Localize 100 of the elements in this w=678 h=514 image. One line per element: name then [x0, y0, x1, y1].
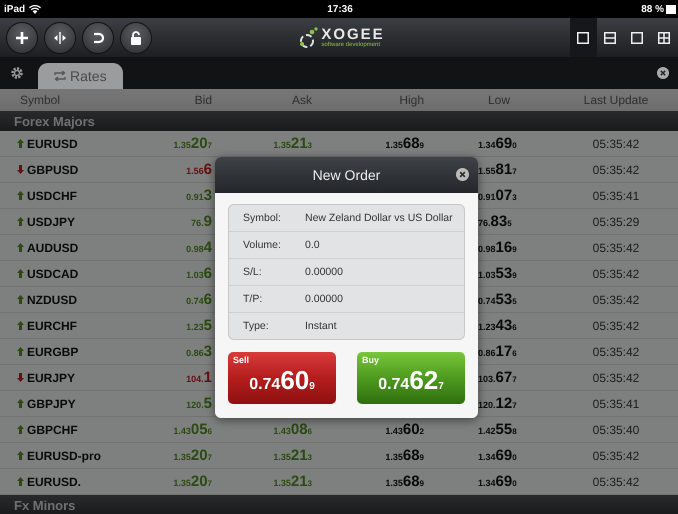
layout-icon: [658, 32, 670, 44]
field-value[interactable]: New Zeland Dollar vs US Dollar: [305, 212, 453, 224]
price-cell: 1.43086: [273, 420, 312, 438]
symbol-cell: EURUSD-pro: [0, 448, 101, 462]
logo-icon: [299, 26, 320, 48]
time-cell: 05:35:42: [592, 344, 640, 358]
column-header[interactable]: Low: [424, 93, 554, 107]
price-cell: 1.55817: [478, 160, 517, 178]
price-cell: 120.5: [186, 394, 212, 412]
time-cell: 05:35:42: [592, 292, 640, 306]
symbol-cell: NZDUSD: [0, 292, 77, 306]
split-button[interactable]: [44, 22, 76, 54]
price-cell: 1.566: [186, 160, 212, 178]
column-header[interactable]: Last Update: [554, 93, 678, 107]
time-cell: 05:35:42: [592, 318, 640, 332]
price-cell: 1.42558: [478, 420, 517, 438]
price-cell: 76.835: [478, 212, 512, 230]
symbol-cell: GBPCHF: [0, 422, 78, 436]
close-icon[interactable]: [456, 168, 469, 181]
time-cell: 05:35:40: [592, 422, 640, 436]
battery-percent: 88 %: [641, 4, 664, 14]
price-cell: 1.35207: [173, 134, 212, 152]
field-label: Volume:: [242, 239, 282, 251]
rates-tab[interactable]: Rates: [38, 63, 123, 89]
layout-icon: [577, 32, 590, 44]
price-cell: 1.35207: [173, 446, 212, 464]
column-header[interactable]: High: [312, 93, 424, 107]
field-value[interactable]: Instant: [305, 320, 337, 332]
price-cell: 1.34690: [478, 446, 517, 464]
add-button[interactable]: [6, 22, 38, 54]
time-cell: 05:35:29: [592, 214, 640, 228]
time-cell: 05:35:42: [592, 266, 640, 280]
time-cell: 05:35:42: [592, 370, 640, 384]
time-cell: 05:35:42: [592, 240, 640, 254]
price-cell: 0.91073: [478, 186, 517, 204]
layout-button[interactable]: [570, 18, 597, 57]
price-cell: 1.235: [186, 316, 212, 334]
symbol-cell: GBPJPY: [0, 396, 76, 410]
price-cell: 0.746: [186, 290, 212, 308]
symbol-cell: EURUSD.: [0, 474, 82, 488]
symbol-cell: AUDUSD: [0, 240, 78, 254]
sell-button[interactable]: Sell 0.74609: [228, 352, 336, 404]
symbol-cell: EURGBP: [0, 344, 78, 358]
price-cell: 120.127: [478, 394, 517, 412]
price-cell: 1.35213: [273, 134, 312, 152]
time-cell: 05:35:41: [592, 396, 640, 410]
buy-button[interactable]: Buy 0.74627: [357, 352, 465, 404]
column-header[interactable]: Ask: [212, 93, 312, 107]
time-cell: 05:35:42: [592, 162, 640, 176]
column-header[interactable]: Bid: [166, 93, 212, 107]
field-label: Symbol:: [242, 212, 282, 224]
field-value[interactable]: 0.00000: [305, 266, 343, 278]
clock: 17:36: [327, 4, 353, 14]
dialog-title: New Order: [312, 167, 380, 183]
price-cell: 1.35207: [173, 472, 212, 490]
symbol-cell: EURUSD: [0, 136, 78, 150]
price-cell: 0.86176: [478, 342, 517, 360]
symbol-cell: USDCHF: [0, 188, 77, 202]
wifi-icon: [29, 4, 42, 14]
price-cell: 0.863: [186, 342, 212, 360]
undo-icon: [91, 30, 105, 44]
price-cell: 0.74535: [478, 290, 517, 308]
price-cell: 1.23436: [478, 316, 517, 334]
time-cell: 05:35:42: [592, 136, 640, 150]
price-cell: 1.34690: [478, 134, 517, 152]
price-cell: 1.35213: [273, 472, 312, 490]
price-cell: 1.35689: [385, 134, 424, 152]
settings-icon[interactable]: [10, 66, 24, 80]
field-value[interactable]: 0.00000: [305, 293, 343, 305]
symbol-cell: EURCHF: [0, 318, 77, 332]
price-cell: 0.98169: [478, 238, 517, 256]
price-cell: 103.677: [478, 368, 517, 386]
symbol-cell: EURJPY: [0, 370, 76, 384]
column-header[interactable]: Symbol: [0, 93, 166, 107]
price-cell: 1.03539: [478, 264, 517, 282]
time-cell: 05:35:42: [592, 448, 640, 462]
field-label: T/P:: [242, 293, 264, 305]
plus-icon: [15, 30, 29, 44]
price-cell: 1.35213: [273, 446, 312, 464]
layout-icon: [631, 32, 644, 44]
layout-icon: [604, 32, 616, 44]
field-label: Type:: [242, 320, 270, 332]
price-cell: 1.35689: [385, 446, 424, 464]
lock-icon: [130, 30, 142, 44]
price-cell: 1.43602: [385, 420, 424, 438]
price-cell: 1.43056: [173, 420, 212, 438]
battery-icon: [666, 4, 676, 14]
carrier-label: iPad: [4, 4, 26, 14]
undo-button[interactable]: [82, 22, 114, 54]
close-icon[interactable]: [657, 67, 669, 79]
price-cell: 0.913: [186, 186, 212, 204]
field-value[interactable]: 0.0: [305, 239, 320, 251]
lock-button[interactable]: [120, 22, 152, 54]
price-cell: 1.036: [186, 264, 212, 282]
group-header: Fx Minors: [0, 495, 678, 514]
time-cell: 05:35:41: [592, 188, 640, 202]
logo-wordmark: XOGEE: [321, 27, 385, 42]
time-cell: 05:35:42: [592, 474, 640, 488]
symbol-cell: USDCAD: [0, 266, 78, 280]
swap-arrows-icon: [54, 71, 66, 81]
